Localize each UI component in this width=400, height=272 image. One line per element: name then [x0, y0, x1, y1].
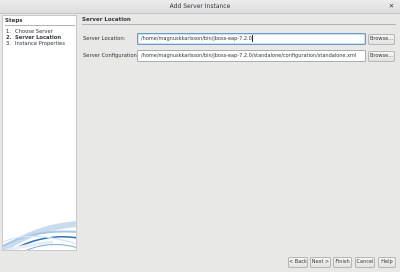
- step-label: Instance Properties: [15, 41, 65, 47]
- steps-divider: [5, 25, 75, 26]
- server-configuration-label: Server Configuration:: [83, 53, 139, 59]
- cancel-button[interactable]: Cancel: [355, 257, 375, 268]
- browse-server-location-button[interactable]: Browse...: [368, 34, 395, 45]
- step-number: 3.: [6, 41, 11, 47]
- server-configuration-field[interactable]: /home/magnuskkarlsson/bin/jboss-eap-7.2.…: [137, 50, 366, 62]
- server-location-value: /home/magnuskkarlsson/bin/jboss-eap-7.2.…: [141, 36, 252, 42]
- steps-title: Steps: [5, 18, 23, 24]
- text-caret: [252, 35, 253, 42]
- next-button[interactable]: Next >: [310, 257, 331, 268]
- server-configuration-value: /home/magnuskkarlsson/bin/jboss-eap-7.2.…: [141, 53, 357, 59]
- browse-server-configuration-button[interactable]: Browse...: [368, 51, 395, 62]
- section-title: Server Location: [82, 17, 131, 23]
- server-location-field[interactable]: /home/magnuskkarlsson/bin/jboss-eap-7.2.…: [137, 33, 366, 45]
- back-button[interactable]: < Back: [288, 257, 308, 268]
- step-instance-properties: 3. Instance Properties: [6, 41, 65, 47]
- steps-panel: Steps 1. Choose Server 2. Server Location …: [2, 15, 77, 251]
- wizard-swoosh-graphic: [3, 221, 76, 250]
- server-location-label: Server Location:: [83, 36, 126, 42]
- finish-button[interactable]: Finish: [333, 257, 352, 268]
- help-button[interactable]: Help: [378, 257, 396, 268]
- main-content: Server Location Server Location: /home/m…: [80, 15, 398, 251]
- window-title: Add Server Instance: [169, 3, 231, 10]
- title-bar: Add Server Instance ✕: [0, 0, 400, 14]
- close-icon[interactable]: ✕: [387, 2, 396, 11]
- section-divider: [82, 24, 396, 25]
